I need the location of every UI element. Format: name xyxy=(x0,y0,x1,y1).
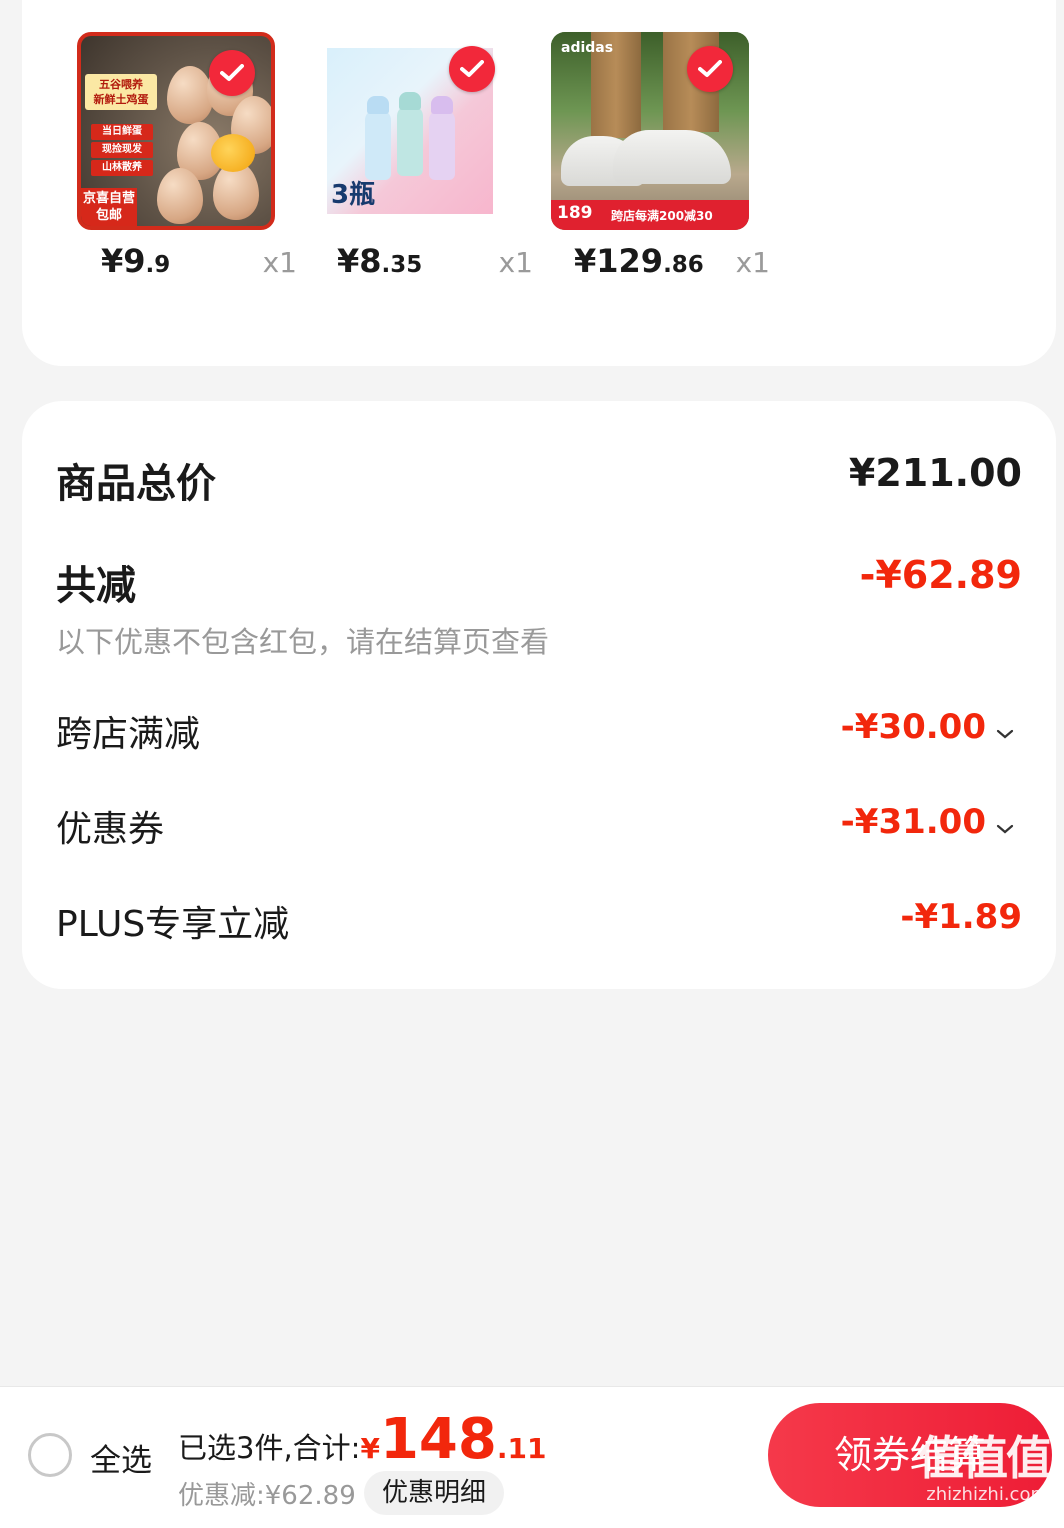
watermark-logo: 值值值 xyxy=(918,1431,1052,1485)
total-price-value: ¥211.00 xyxy=(848,451,1022,495)
cart-page: 五谷喂养 新鲜土鸡蛋 当日鲜蛋 现捡现发 山林散养 京喜自营 包邮 ¥9.9 x1 xyxy=(0,0,1064,1528)
thumb-line: 当日鲜蛋 xyxy=(91,124,153,140)
product-thumbnail[interactable]: 五谷喂养 新鲜土鸡蛋 当日鲜蛋 现捡现发 山林散养 京喜自营 包邮 xyxy=(77,32,275,230)
select-all-label[interactable]: 全选 xyxy=(90,1435,152,1480)
discount-label: PLUS专享立减 xyxy=(56,904,290,945)
total-integer: 148 xyxy=(379,1407,497,1472)
selected-check-icon[interactable] xyxy=(449,46,495,92)
reduction-note: 以下优惠不包含红包，请在结算页查看 xyxy=(56,625,550,659)
product-price: ¥129.86 xyxy=(574,242,704,280)
price-row: ¥129.86 x1 xyxy=(572,242,770,292)
price-row: ¥9.9 x1 xyxy=(99,242,297,292)
site-watermark: 值值值 zhizhizhi.com xyxy=(916,1416,1056,1524)
total-price-row: 商品总价 ¥211.00 xyxy=(56,451,1022,509)
discount-detail-button[interactable]: 优惠明细 xyxy=(364,1471,505,1515)
total-currency: ¥ xyxy=(360,1432,380,1465)
total-decimal: .11 xyxy=(496,1432,547,1465)
watermark-url: zhizhizhi.com xyxy=(926,1484,1048,1505)
total-reduction-value: -¥62.89 xyxy=(859,553,1022,597)
selected-products-card: 五谷喂养 新鲜土鸡蛋 当日鲜蛋 现捡现发 山林散养 京喜自营 包邮 ¥9.9 x1 xyxy=(22,0,1056,366)
thumb-tag: 五谷喂养 新鲜土鸡蛋 xyxy=(85,74,157,110)
product-item-bottles[interactable]: 3瓶 ¥8.35 x1 xyxy=(313,0,549,360)
selected-check-icon[interactable] xyxy=(687,46,733,92)
brand-logo: adidas xyxy=(561,40,614,56)
product-price: ¥9.9 xyxy=(101,242,171,280)
price-row: ¥8.35 x1 xyxy=(335,242,533,292)
discount-value: -¥1.89 xyxy=(900,897,1022,937)
product-quantity: x1 xyxy=(262,246,297,279)
product-thumbnail[interactable]: 3瓶 xyxy=(313,32,511,230)
discount-value: -¥30.00 xyxy=(840,707,986,747)
product-item-shoes[interactable]: adidas 189 跨店每满200减30 ¥129.86 x1 xyxy=(550,0,786,360)
discount-value: -¥31.00 xyxy=(840,802,986,842)
total-reduction-label: 共减 xyxy=(56,563,136,609)
total-price-label: 商品总价 xyxy=(56,461,216,507)
discount-row-coupon[interactable]: 优惠券 -¥31.00 xyxy=(56,800,1022,852)
price-summary-card: 商品总价 ¥211.00 共减 -¥62.89 以下优惠不包含红包，请在结算页查… xyxy=(22,401,1056,989)
selected-count-text: 已选3件,合计: xyxy=(178,1431,361,1465)
thumb-bottom-tag: 京喜自营 包邮 xyxy=(81,188,137,226)
thumb-line: 山林散养 xyxy=(91,160,153,176)
discount-total-text: 优惠减:¥62.89 xyxy=(178,1481,356,1511)
product-item-eggs[interactable]: 五谷喂养 新鲜土鸡蛋 当日鲜蛋 现捡现发 山林散养 京喜自营 包邮 ¥9.9 x1 xyxy=(77,0,313,360)
thumb-price: 189 xyxy=(557,203,593,223)
reduction-note-row: 以下优惠不包含红包，请在结算页查看 xyxy=(56,619,1022,661)
total-reduction-row: 共减 -¥62.89 xyxy=(56,553,1022,611)
checkout-bar: 全选 已选3件,合计:¥148.11 优惠减:¥62.89 优惠明细 领券结算 xyxy=(0,1386,1064,1528)
product-price: ¥8.35 xyxy=(337,242,423,280)
discount-row-plus: PLUS专享立减 -¥1.89 xyxy=(56,895,1022,947)
thumb-promo: 跨店每满200减30 xyxy=(611,209,713,223)
selected-total: 已选3件,合计:¥148.11 xyxy=(178,1407,546,1472)
select-all-radio[interactable] xyxy=(28,1433,72,1477)
thumb-line: 现捡现发 xyxy=(91,142,153,158)
discount-label: 优惠券 xyxy=(56,809,165,850)
product-thumbnail[interactable]: adidas 189 跨店每满200减30 xyxy=(551,32,749,230)
chevron-down-icon[interactable] xyxy=(996,728,1014,740)
discount-label: 跨店满减 xyxy=(56,714,201,755)
thumb-promo-band: 189 跨店每满200减30 xyxy=(551,200,749,230)
chevron-down-icon[interactable] xyxy=(996,823,1014,835)
thumb-label: 3瓶 xyxy=(331,180,376,210)
selected-check-icon[interactable] xyxy=(209,50,255,96)
product-quantity: x1 xyxy=(498,246,533,279)
discount-row-cross-store[interactable]: 跨店满减 -¥30.00 xyxy=(56,705,1022,757)
product-quantity: x1 xyxy=(735,246,770,279)
